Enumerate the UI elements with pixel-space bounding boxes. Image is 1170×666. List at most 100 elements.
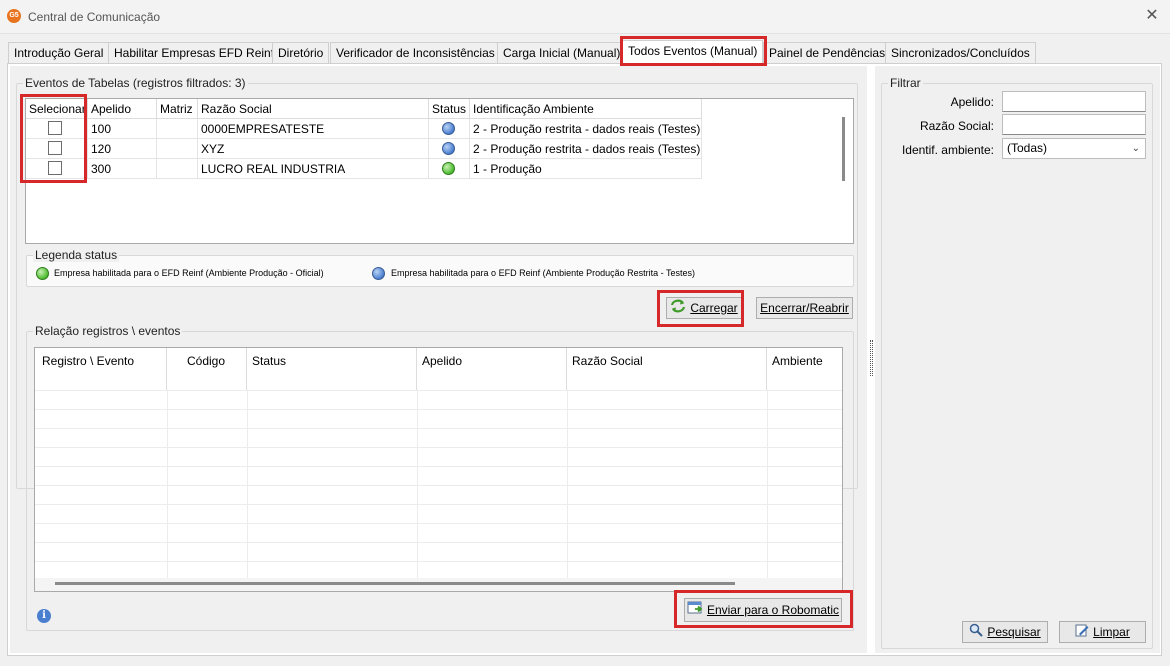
col-codigo[interactable]: Código [167, 348, 247, 390]
window-title: Central de Comunicação [28, 10, 161, 24]
tab-sincronizados[interactable]: Sincronizados/Concluídos [885, 42, 1036, 64]
status-blue-icon [442, 122, 455, 135]
events-scrollbar[interactable] [842, 117, 845, 181]
legend-green-text: Empresa habilitada para o EFD Reinf (Amb… [54, 268, 324, 278]
cell-matriz [157, 159, 198, 179]
tab-verificador[interactable]: Verificador de Inconsistências [330, 42, 501, 64]
apelido-input[interactable] [1002, 91, 1146, 112]
row-checkbox[interactable] [48, 141, 62, 155]
carregar-label: Carregar [690, 301, 738, 315]
cell-status [429, 159, 470, 179]
row-checkbox[interactable] [48, 161, 62, 175]
cell-matriz [157, 119, 198, 139]
legend-blue-text: Empresa habilitada para o EFD Reinf (Amb… [391, 268, 695, 278]
enviar-robomatic-button[interactable]: Enviar para o Robomatic [684, 598, 842, 622]
encerrar-label: Encerrar/Reabrir [760, 301, 849, 315]
filter-title: Filtrar [888, 76, 923, 90]
events-group-title: Eventos de Tabelas (registros filtrados:… [23, 76, 248, 90]
grid-line [35, 409, 842, 410]
refresh-icon [670, 299, 686, 319]
cell-apelido: 100 [88, 119, 157, 139]
table-row-select [26, 119, 88, 139]
eraser-icon [1075, 623, 1089, 643]
tab-painel-pendencias[interactable]: Painel de Pendências [763, 42, 892, 64]
legend-blue-icon [372, 267, 385, 280]
carregar-button[interactable]: Carregar [666, 297, 742, 319]
legend-green-icon [36, 267, 49, 280]
relation-hscroll-thumb[interactable] [55, 582, 735, 585]
search-icon [969, 623, 984, 643]
cell-ambiente: 2 - Produção restrita - dados reais (Tes… [470, 139, 702, 159]
cell-status [429, 139, 470, 159]
cell-matriz [157, 139, 198, 159]
encerrar-reabrir-button[interactable]: Encerrar/Reabrir [756, 297, 853, 319]
grid-line [35, 390, 842, 391]
table-row-select [26, 159, 88, 179]
limpar-label: Limpar [1093, 625, 1130, 639]
close-icon[interactable]: ✕ [1142, 6, 1162, 26]
relation-group-title: Relação registros \ eventos [33, 324, 183, 338]
col-registro-evento[interactable]: Registro \ Evento [35, 348, 167, 390]
app-logo-icon: G5 [7, 9, 21, 23]
tab-bar: Introdução Geral Habilitar Empresas EFD … [8, 40, 1038, 64]
ambiente-select[interactable]: (Todas) ⌄ [1002, 138, 1146, 159]
grid-line [35, 447, 842, 448]
main-panel: Eventos de Tabelas (registros filtrados:… [10, 66, 867, 653]
title-bar: G5 Central de Comunicação ✕ [0, 0, 1170, 34]
tab-introducao-geral[interactable]: Introdução Geral [8, 42, 110, 64]
grid-line [35, 428, 842, 429]
legend-group: Legenda status Empresa habilitada para o… [26, 248, 854, 287]
pesquisar-label: Pesquisar [987, 625, 1041, 639]
limpar-button[interactable]: Limpar [1059, 621, 1146, 643]
col-apelido[interactable]: Apelido [88, 99, 157, 119]
events-table: Selecionar Apelido Matriz Razão Social S… [25, 98, 854, 244]
tab-carga-inicial[interactable]: Carga Inicial (Manual) [497, 42, 627, 64]
grid-line [35, 504, 842, 505]
col-matriz[interactable]: Matriz [157, 99, 198, 119]
chevron-down-icon: ⌄ [1131, 143, 1140, 154]
tab-habilitar-empresas[interactable]: Habilitar Empresas EFD Reinf [108, 42, 281, 64]
filter-group: Filtrar [881, 76, 1153, 649]
col-razao-social[interactable]: Razão Social [198, 99, 429, 119]
info-icon[interactable]: i [37, 609, 51, 623]
cell-ambiente: 1 - Produção [470, 159, 702, 179]
col-apelido[interactable]: Apelido [417, 348, 567, 390]
relation-table: Registro \ Evento Código Status Apelido … [34, 347, 843, 592]
col-identificacao-ambiente[interactable]: Identificação Ambiente [470, 99, 702, 119]
relation-hscroll-track [35, 578, 842, 591]
cell-apelido: 300 [88, 159, 157, 179]
grid-line [35, 466, 842, 467]
enviar-label: Enviar para o Robomatic [706, 603, 840, 617]
grid-line [35, 561, 842, 562]
cell-razao-social: 0000EMPRESATESTE [198, 119, 429, 139]
col-selecionar[interactable]: Selecionar [26, 99, 88, 119]
filter-panel: Filtrar Apelido: Razão Social: Identif. … [875, 66, 1160, 653]
table-row-select [26, 139, 88, 159]
col-razao-social[interactable]: Razão Social [567, 348, 767, 390]
col-ambiente[interactable]: Ambiente [767, 348, 842, 390]
ambiente-label: Identif. ambiente: [901, 143, 994, 157]
cell-ambiente: 2 - Produção restrita - dados reais (Tes… [470, 119, 702, 139]
send-window-icon [687, 600, 703, 622]
col-status[interactable]: Status [429, 99, 470, 119]
legend-title: Legenda status [33, 248, 120, 262]
grid-line [35, 542, 842, 543]
cell-razao-social: XYZ [198, 139, 429, 159]
status-green-icon [442, 162, 455, 175]
razao-social-label: Razão Social: [919, 119, 994, 133]
tab-todos-eventos[interactable]: Todos Eventos (Manual) [622, 40, 764, 64]
cell-apelido: 120 [88, 139, 157, 159]
tab-diretorio[interactable]: Diretório [272, 42, 330, 64]
grid-line [35, 523, 842, 524]
ambiente-select-value: (Todas) [1007, 141, 1048, 155]
row-checkbox[interactable] [48, 121, 62, 135]
cell-status [429, 119, 470, 139]
pesquisar-button[interactable]: Pesquisar [962, 621, 1048, 643]
cell-razao-social: LUCRO REAL INDUSTRIA [198, 159, 429, 179]
razao-social-input[interactable] [1002, 114, 1146, 135]
apelido-label: Apelido: [950, 95, 994, 109]
panel-splitter[interactable] [870, 340, 873, 376]
status-blue-icon [442, 142, 455, 155]
grid-line [35, 485, 842, 486]
col-status[interactable]: Status [247, 348, 417, 390]
